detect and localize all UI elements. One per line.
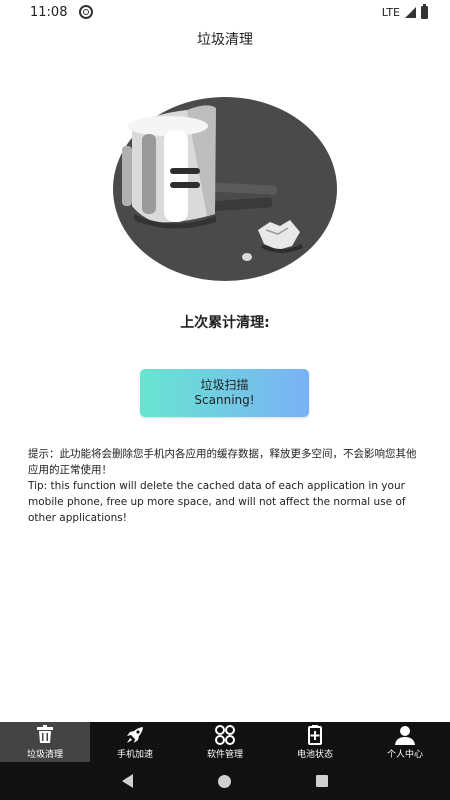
nav-label: 电池状态 xyxy=(296,749,333,760)
tips-text: 提示：此功能将会删除您手机内各应用的缓存数据，释放更多空间，不会影响您其他应用的… xyxy=(28,446,426,526)
nav-item-profile[interactable]: 个人中心 xyxy=(360,722,450,762)
status-indicators: LTE xyxy=(381,3,428,19)
nav-label: 手机加速 xyxy=(116,749,153,760)
battery-status-icon xyxy=(421,3,428,19)
sync-icon xyxy=(79,5,94,19)
signal-icon xyxy=(405,6,416,18)
back-icon[interactable] xyxy=(122,774,134,788)
tips-chinese: 提示：此功能将会删除您手机内各应用的缓存数据，释放更多空间，不会影响您其他应用的… xyxy=(28,448,417,476)
person-icon xyxy=(394,725,416,745)
nav-item-speed-up[interactable]: 手机加速 xyxy=(90,722,180,762)
rocket-icon xyxy=(124,725,146,745)
trash-icon xyxy=(34,725,56,745)
nav-label: 垃圾清理 xyxy=(26,749,63,760)
scan-button-title: 垃圾扫描 xyxy=(200,378,249,392)
nav-item-battery-status[interactable]: 电池状态 xyxy=(270,722,360,762)
nav-item-app-manager[interactable]: 软件管理 xyxy=(180,722,270,762)
battery-icon xyxy=(304,724,326,745)
apps-icon xyxy=(214,724,236,745)
system-nav-bar xyxy=(0,762,450,800)
trash-can-illustration xyxy=(113,97,337,281)
nav-item-junk-clean[interactable]: 垃圾清理 xyxy=(0,722,90,762)
scan-button-status: Scanning! xyxy=(194,393,255,407)
status-bar: 11:08 LTE xyxy=(0,0,450,24)
screen: 11:08 LTE 垃圾清理 上次累计清理: 垃圾扫描 Scanning! 提示… xyxy=(0,0,450,800)
recent-apps-icon[interactable] xyxy=(315,775,328,787)
scan-button[interactable]: 垃圾扫描 Scanning! xyxy=(140,369,309,417)
status-time: 11:08 xyxy=(30,4,68,20)
home-icon[interactable] xyxy=(217,774,231,788)
bottom-nav: 垃圾清理 手机加速 软件管理 电池状态 个人中心 xyxy=(0,722,450,762)
network-type: LTE xyxy=(381,5,400,19)
page-title: 垃圾清理 xyxy=(197,32,253,48)
nav-label: 个人中心 xyxy=(386,749,423,760)
cleaned-total-label: 上次累计清理: xyxy=(180,315,270,331)
nav-label: 软件管理 xyxy=(206,749,243,760)
tips-english: Tip: this function will delete the cache… xyxy=(28,480,406,524)
